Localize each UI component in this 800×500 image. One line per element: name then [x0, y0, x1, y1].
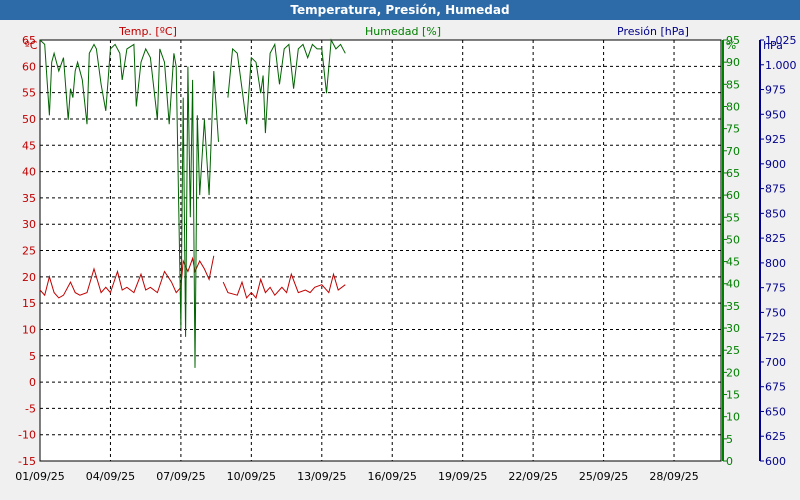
humidity-tick-label: 85 — [726, 78, 740, 91]
temperature-tick-label: 25 — [22, 245, 36, 258]
humidity-tick-label: 0 — [726, 455, 733, 468]
pressure-tick-label: 625 — [765, 430, 786, 443]
pressure-tick-label: 825 — [765, 232, 786, 245]
humidity-tick-label: 80 — [726, 100, 740, 113]
pressure-tick-label: 950 — [765, 108, 786, 121]
temperature-tick-label: -10 — [18, 429, 36, 442]
humidity-tick-label: 45 — [726, 256, 740, 269]
chart: -15 -10 -5 0 5 10 15 20 25 30 35 40 45 50 55 60 65 0 5 10 1… — [15, 25, 797, 483]
temperature-tick-label: 40 — [22, 166, 36, 179]
humidity-tick-label: 10 — [726, 411, 740, 424]
humidity-tick-label: 15 — [726, 389, 740, 402]
x-tick-label: 01/09/25 — [15, 470, 64, 483]
humidity-tick-label: 65 — [726, 167, 740, 180]
chart-window: Temperatura, Presión, Humedad -15 -10 -5 0 5… — [0, 0, 800, 500]
temperature-tick-label: 20 — [22, 271, 36, 284]
temperature-tick-label: -15 — [18, 455, 36, 468]
humidity-tick-label: 75 — [726, 123, 740, 136]
pressure-tick-label: 775 — [765, 282, 786, 295]
pressure-unit-label: hPa — [763, 39, 783, 52]
pressure-tick-label: 900 — [765, 158, 786, 171]
temperature-axis-title: Temp. [ºC] — [118, 25, 177, 38]
x-tick-label: 10/09/25 — [227, 470, 276, 483]
pressure-tick-label: 975 — [765, 84, 786, 97]
temperature-tick-label: 15 — [22, 297, 36, 310]
humidity-tick-label: 20 — [726, 366, 740, 379]
pressure-tick-label: 600 — [765, 455, 786, 468]
humidity-tick-label: 60 — [726, 189, 740, 202]
temperature-tick-label: 50 — [22, 113, 36, 126]
humidity-unit-label: % — [726, 39, 736, 52]
pressure-tick-label: 925 — [765, 133, 786, 146]
pressure-tick-label: 650 — [765, 405, 786, 418]
humidity-tick-label: 90 — [726, 56, 740, 69]
temperature-tick-label: 0 — [29, 376, 36, 389]
pressure-axis-title: Presión [hPa] — [617, 25, 689, 38]
window-title: Temperatura, Presión, Humedad — [0, 0, 800, 20]
x-tick-label: 28/09/25 — [649, 470, 698, 483]
pressure-tick-label: 750 — [765, 306, 786, 319]
temperature-unit-label: ºC — [25, 39, 38, 52]
humidity-tick-label: 55 — [726, 211, 740, 224]
humidity-tick-label: 70 — [726, 145, 740, 158]
temperature-tick-label: 55 — [22, 87, 36, 100]
pressure-tick-label: 725 — [765, 331, 786, 344]
temperature-tick-label: -5 — [25, 402, 36, 415]
pressure-tick-label: 675 — [765, 381, 786, 394]
temperature-tick-label: 45 — [22, 139, 36, 152]
temperature-tick-label: 60 — [22, 60, 36, 73]
humidity-tick-label: 35 — [726, 300, 740, 313]
x-tick-label: 22/09/25 — [508, 470, 557, 483]
pressure-tick-label: 850 — [765, 207, 786, 220]
pressure-tick-label: 700 — [765, 356, 786, 369]
temperature-tick-label: 30 — [22, 218, 36, 231]
pressure-tick-label: 1.000 — [765, 59, 797, 72]
humidity-tick-label: 30 — [726, 322, 740, 335]
x-tick-label: 13/09/25 — [297, 470, 346, 483]
temperature-tick-label: 35 — [22, 192, 36, 205]
humidity-tick-label: 50 — [726, 233, 740, 246]
humidity-tick-label: 40 — [726, 278, 740, 291]
humidity-axis-title: Humedad [%] — [365, 25, 441, 38]
x-tick-label: 07/09/25 — [156, 470, 205, 483]
humidity-tick-label: 25 — [726, 344, 740, 357]
temperature-tick-label: 10 — [22, 323, 36, 336]
x-tick-label: 25/09/25 — [579, 470, 628, 483]
pressure-tick-label: 875 — [765, 183, 786, 196]
x-tick-label: 19/09/25 — [438, 470, 487, 483]
pressure-tick-label: 800 — [765, 257, 786, 270]
x-tick-label: 04/09/25 — [86, 470, 135, 483]
humidity-tick-label: 5 — [726, 433, 733, 446]
temperature-tick-label: 5 — [29, 350, 36, 363]
x-tick-label: 16/09/25 — [368, 470, 417, 483]
